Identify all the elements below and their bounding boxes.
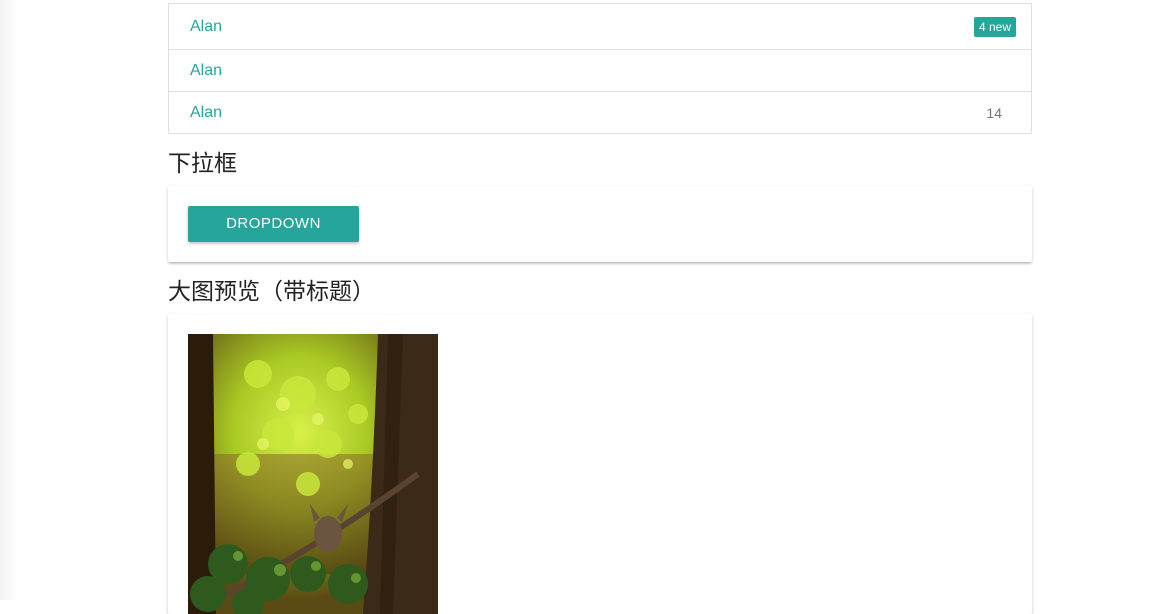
list-item-name[interactable]: Alan <box>190 62 222 80</box>
dropdown-section-title: 下拉框 <box>168 150 237 176</box>
image-preview-card <box>168 314 1032 614</box>
count-badge: 14 <box>986 104 1002 121</box>
list-item[interactable]: Alan <box>169 49 1031 91</box>
dropdown-card: DROPDOWN <box>168 186 1032 262</box>
list-item[interactable]: Alan 14 <box>169 91 1031 133</box>
new-badge: 4 new <box>973 16 1016 37</box>
main-container: Alan 4 new Alan Alan 14 下拉框 DROPDOWN 大图预… <box>168 0 1032 614</box>
dropdown-button[interactable]: DROPDOWN <box>188 206 359 242</box>
image-section-title: 大图预览（带标题） <box>168 278 375 304</box>
list-item[interactable]: Alan 4 new <box>169 3 1031 49</box>
page-edge-shade <box>0 0 18 600</box>
list-item-name[interactable]: Alan <box>190 104 222 122</box>
forest-deer-photo[interactable] <box>188 334 438 614</box>
collection-list: Alan 4 new Alan Alan 14 <box>168 3 1032 134</box>
list-item-name[interactable]: Alan <box>190 18 222 36</box>
